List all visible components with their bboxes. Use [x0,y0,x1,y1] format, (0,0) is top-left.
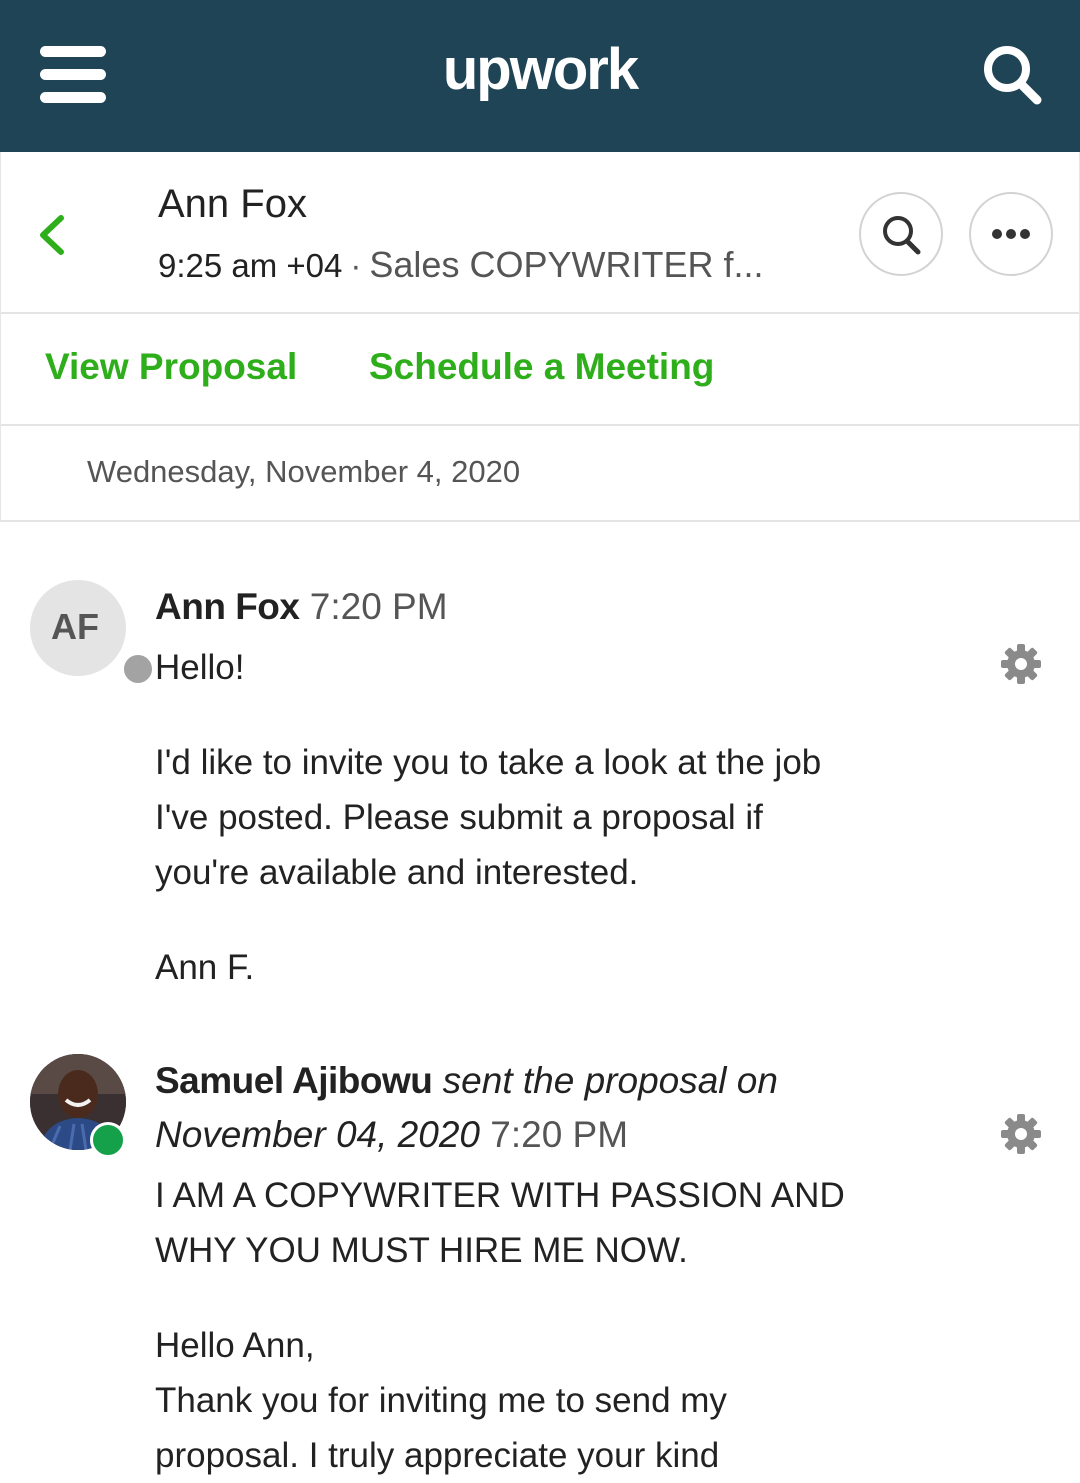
message-time: 7:20 PM [309,586,448,627]
upwork-logo: upwork [442,37,639,102]
job-title[interactable]: Sales COPYWRITER f... [369,244,763,285]
status-online-indicator [90,1122,126,1158]
search-icon [883,216,921,255]
proposal-date: November 04, 2020 [155,1114,480,1155]
date-divider: Wednesday, November 4, 2020 [0,426,1080,522]
view-proposal-link[interactable]: View Proposal [45,346,297,388]
avatar[interactable]: AF [30,580,155,686]
conversation-actions: View Proposal Schedule a Meeting [0,314,1080,426]
sender-name[interactable]: Ann Fox [155,586,300,627]
message-line: Hello Ann, [155,1326,315,1365]
gear-icon[interactable] [999,1112,1043,1156]
message-line: Ann F. [155,948,255,987]
contact-name: Ann Fox [158,182,307,226]
gear-icon[interactable] [999,642,1043,686]
message-line: I AM A COPYWRITER WITH PASSION AND [155,1176,845,1215]
message-header: Ann Fox 7:20 PM [155,586,448,628]
message-header-line-2: November 04, 2020 7:20 PM [155,1114,628,1156]
message-header: Samuel Ajibowu sent the proposal on [155,1060,778,1102]
conversation-header: Ann Fox 9:25 am +04 · Sales COPYWRITER f..… [0,152,1080,314]
back-arrow-icon[interactable] [35,212,71,258]
more-options-button[interactable] [969,192,1053,276]
sender-name[interactable]: Samuel Ajibowu [155,1060,433,1101]
message-line: WHY YOU MUST HIRE ME NOW. [155,1231,688,1270]
conversation-search-button[interactable] [859,192,943,276]
date-divider-text: Wednesday, November 4, 2020 [87,454,521,489]
message-body: Hello! I'd like to invite you to take a … [155,640,821,995]
schedule-meeting-link[interactable]: Schedule a Meeting [369,346,714,388]
contact-meta: 9:25 am +04 · Sales COPYWRITER f... [158,244,763,286]
message-line: you're available and interested. [155,853,639,892]
status-away-indicator [121,652,155,686]
avatar-initials: AF [51,606,99,647]
message-line: proposal. I truly appreciate your kind [155,1436,720,1475]
message-body: I AM A COPYWRITER WITH PASSION AND WHY Y… [155,1168,845,1483]
proposal-action-text: sent the proposal on [442,1060,778,1101]
message-line: I've posted. Please submit a proposal if [155,798,763,837]
message-line: Hello! [155,648,245,687]
search-icon[interactable] [982,44,1042,106]
message-time: 7:20 PM [490,1114,629,1155]
more-icon [992,229,1030,239]
message-line: Thank you for inviting me to send my [155,1381,727,1420]
message-line: I'd like to invite you to take a look at… [155,743,822,782]
local-time: 9:25 am +04 [158,247,343,284]
meta-separator: · [350,247,362,284]
top-app-bar: upwork [0,0,1080,152]
